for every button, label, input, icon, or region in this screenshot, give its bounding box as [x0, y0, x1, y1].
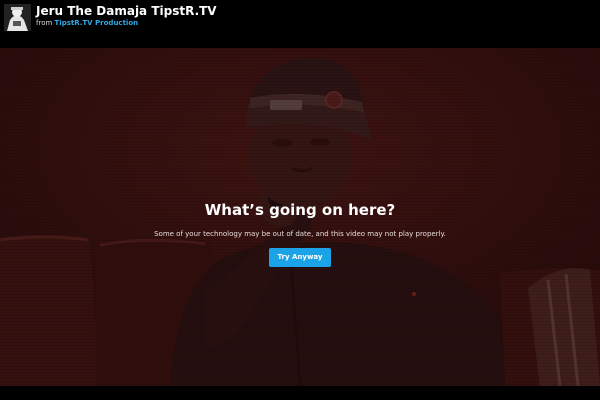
user-avatar-icon[interactable] — [4, 4, 31, 31]
video-byline: from TipstR.TV Production — [36, 19, 138, 28]
owner-link[interactable]: TipstR.TV Production — [55, 19, 139, 27]
message-title: What’s going on here? — [204, 201, 396, 219]
message-body: Some of your technology may be out of da… — [154, 230, 446, 238]
player-header: Jeru The Damaja TipstR.TV from TipstR.TV… — [0, 0, 600, 48]
video-title[interactable]: Jeru The Damaja TipstR.TV — [36, 4, 217, 19]
byline-prefix: from — [36, 19, 53, 27]
player-bottom-bar — [0, 386, 600, 400]
outdated-tech-message: What’s going on here? Some of your techn… — [0, 200, 600, 267]
video-player: Jeru The Damaja TipstR.TV from TipstR.TV… — [0, 0, 600, 400]
try-anyway-button[interactable]: Try Anyway — [268, 248, 332, 267]
